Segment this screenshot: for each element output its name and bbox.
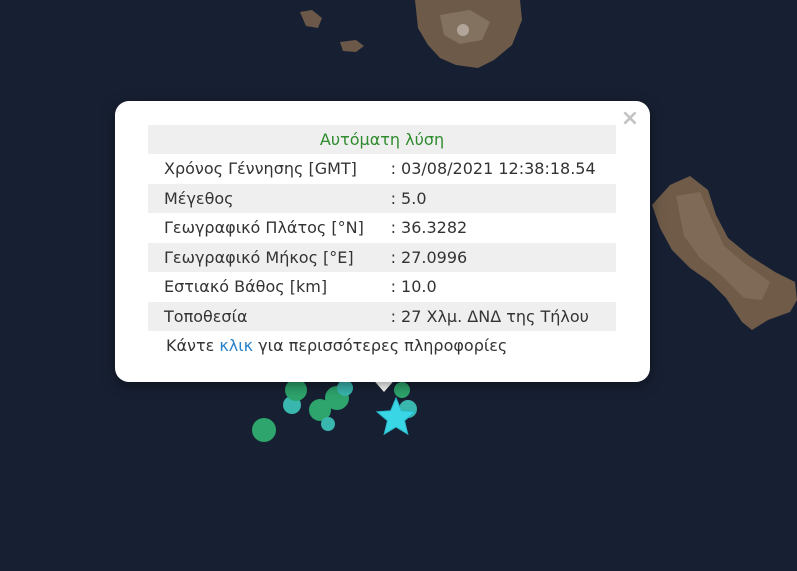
more-info-text: Κάντε κλικ για περισσότερες πληροφορίες [166, 336, 507, 355]
row-label: Γεωγραφικό Πλάτος [°N] [164, 218, 364, 238]
row-value: : 27 Χλμ. ΔΝΔ της Τήλου [384, 301, 616, 331]
circle-icon[interactable] [321, 417, 335, 431]
row-label: Γεωγραφικό Μήκος [°E] [148, 242, 385, 272]
info-table: Αυτόματη λύση Χρόνος Γέννησης [GMT] : 03… [148, 125, 616, 331]
row-value: : 10.0 [390, 277, 437, 297]
row-label: Μέγεθος [148, 183, 385, 213]
popup-title: Αυτόματη λύση [148, 125, 616, 154]
circle-icon[interactable] [285, 379, 307, 401]
table-row: Μέγεθος : 5.0 [148, 183, 616, 213]
row-value: : 36.3282 [390, 218, 468, 238]
row-value: : 27.0996 [384, 242, 616, 272]
table-row: Γεωγραφικό Πλάτος [°N] : 36.3282 [148, 213, 616, 243]
table-row: Χρόνος Γέννησης [GMT] : 03/08/2021 12:38… [148, 154, 616, 184]
table-title-row: Αυτόματη λύση [148, 125, 616, 154]
table-row: Γεωγραφικό Μήκος [°E] : 27.0996 [148, 242, 616, 272]
table-row: Τοποθεσία : 27 Χλμ. ΔΝΔ της Τήλου [148, 301, 616, 331]
more-suffix: για περισσότερες πληροφορίες [253, 336, 508, 355]
row-value: : 5.0 [384, 183, 616, 213]
row-label: Τοποθεσία [148, 301, 385, 331]
row-value: : 03/08/2021 12:38:18.54 [390, 159, 596, 179]
row-label: Εστιακό Βάθος [km] [164, 277, 328, 297]
circle-icon[interactable] [252, 418, 276, 442]
more-prefix: Κάντε [166, 336, 220, 355]
close-icon[interactable]: × [618, 107, 642, 131]
earthquake-info-popup: × Αυτόματη λύση Χρόνος Γέννησης [GMT] : … [115, 101, 650, 382]
row-label: Χρόνος Γέννησης [GMT] [164, 159, 357, 179]
table-row: Εστιακό Βάθος [km] : 10.0 [148, 272, 616, 302]
circle-icon[interactable] [337, 380, 353, 396]
more-info-link[interactable]: κλικ [219, 336, 253, 355]
